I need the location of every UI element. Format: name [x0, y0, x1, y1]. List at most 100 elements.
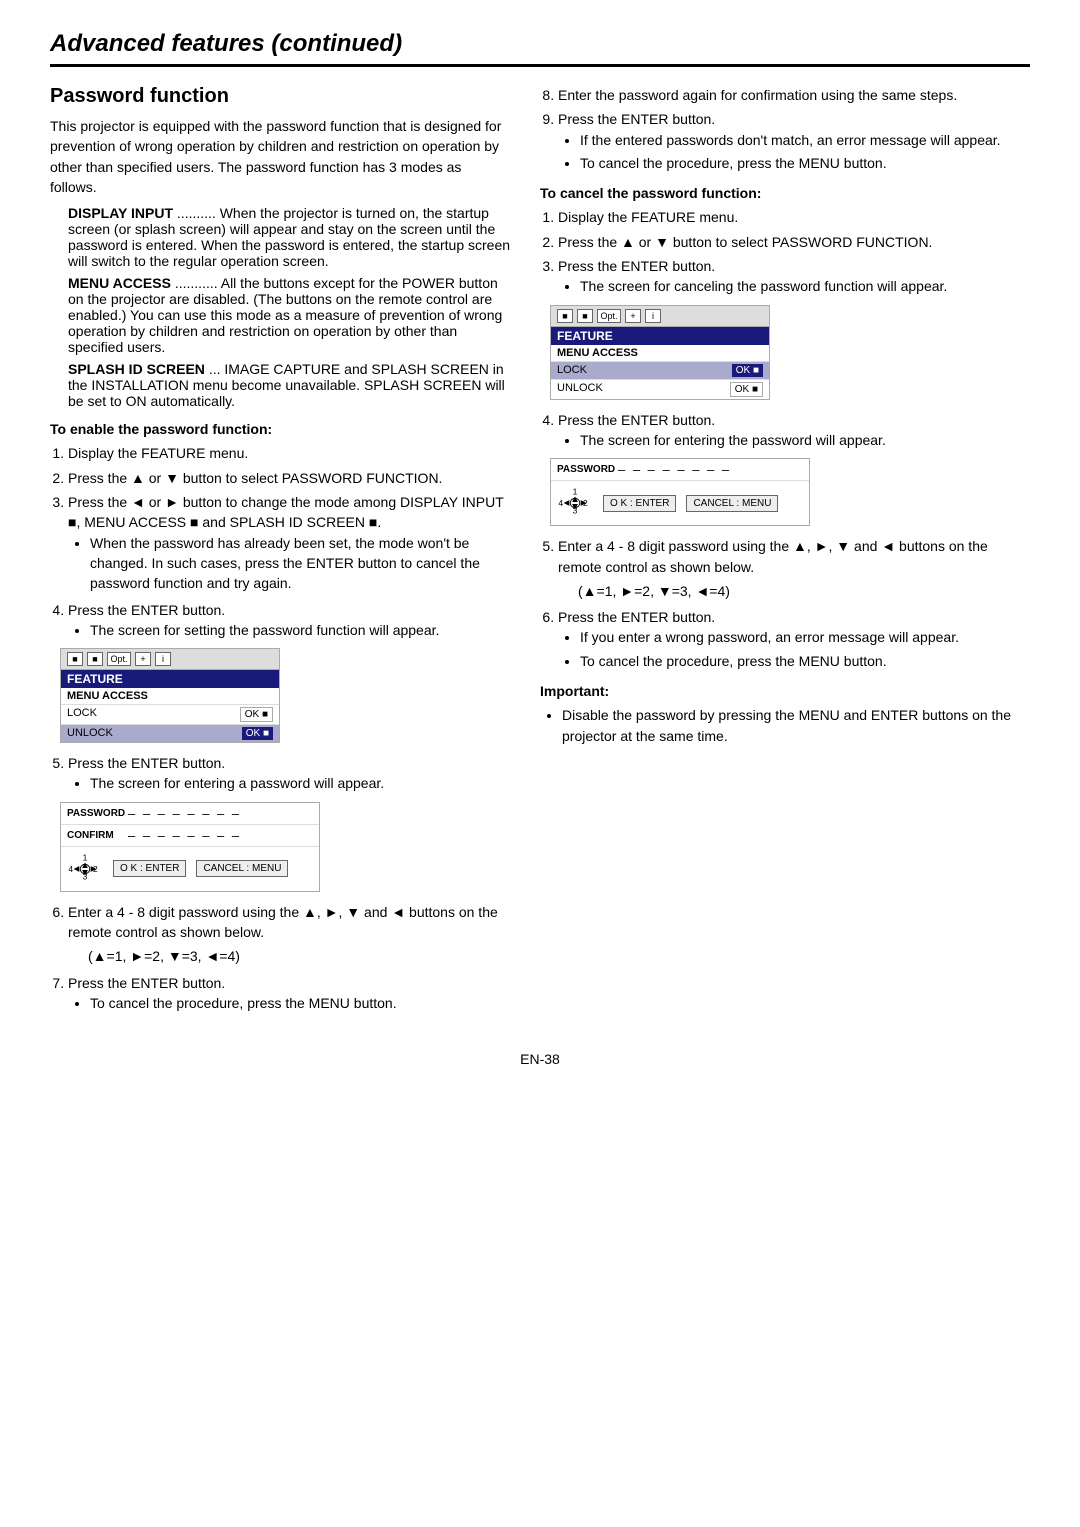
menu-access-row: MENU ACCESS: [61, 688, 279, 704]
page-header: Advanced features (continued): [50, 30, 1030, 67]
cancel-step-4: Press the ENTER button. The screen for e…: [558, 410, 1030, 451]
enable-step-5: Press the ENTER button. The screen for e…: [68, 753, 510, 794]
r-unlock-row: UNLOCK OK ■: [551, 379, 769, 399]
enable-step-4-bullet: The screen for setting the password func…: [90, 620, 510, 640]
opt-icon: Opt.: [107, 652, 131, 666]
pw-dashes: – – – – – – – –: [128, 806, 313, 821]
r-icon-4: i: [645, 309, 661, 323]
left-menu-diagram: ■ ■ Opt. + i FEATURE MENU ACCESS LOCK OK…: [60, 648, 280, 743]
section-title: Password function: [50, 85, 510, 108]
cancel-step-6-bullet-1: If you enter a wrong password, an error …: [580, 627, 1030, 647]
cancel-label: To cancel the password function:: [540, 183, 1030, 203]
cancel-step-3: Press the ENTER button. The screen for c…: [558, 256, 1030, 297]
section-intro: This projector is equipped with the pass…: [50, 116, 510, 197]
important-label: Important:: [540, 681, 1030, 701]
icon-1: ■: [67, 652, 83, 666]
cancel-step-6-bullet-2: To cancel the procedure, press the MENU …: [580, 651, 1030, 671]
r-pw-controls: 1 3 4 2 O K : ENTER CANCEL : MENU: [551, 481, 809, 525]
svg-text:4: 4: [558, 498, 563, 508]
r-ok-btn-lock: OK ■: [732, 364, 763, 377]
svg-text:1: 1: [83, 852, 88, 862]
important-bullet: Disable the password by pressing the MEN…: [562, 705, 1030, 746]
right-step-9-bullet-1: If the entered passwords don't match, an…: [580, 130, 1030, 150]
enable-steps-list-2: Press the ENTER button. The screen for e…: [68, 753, 510, 794]
r-icon-3: +: [625, 309, 641, 323]
confirm-label: CONFIRM: [67, 830, 122, 841]
enable-steps-list-3: Enter a 4 - 8 digit password using the ▲…: [68, 902, 510, 1013]
right-password-diagram: PASSWORD – – – – – – – – 1 3 4 2: [550, 458, 810, 526]
cancel-steps-list-2: Press the ENTER button. The screen for e…: [558, 410, 1030, 451]
icon-4: i: [155, 652, 171, 666]
cancel-menu-btn: CANCEL : MENU: [196, 860, 288, 877]
right-menu-top-bar: ■ ■ Opt. + i: [551, 306, 769, 327]
page-footer: EN-38: [50, 1051, 1030, 1067]
mode-display-input: DISPLAY INPUT .......... When the projec…: [68, 205, 510, 269]
cancel-step-6: Press the ENTER button. If you enter a w…: [558, 607, 1030, 671]
enable-steps-list: Display the FEATURE menu. Press the ▲ or…: [68, 443, 510, 640]
r-pw-label: PASSWORD: [557, 464, 612, 475]
r-opt-icon: Opt.: [597, 309, 621, 323]
mode-splash-id: SPLASH ID SCREEN ... IMAGE CAPTURE and S…: [68, 361, 510, 409]
r-feature-row: FEATURE: [551, 327, 769, 345]
enable-label: To enable the password function:: [50, 419, 510, 439]
svg-text:4: 4: [68, 864, 73, 874]
cancel-step-1: Display the FEATURE menu.: [558, 207, 1030, 227]
cancel-steps-list: Display the FEATURE menu. Press the ▲ or…: [558, 207, 1030, 296]
left-column: Password function This projector is equi…: [50, 85, 510, 1021]
icon-3: +: [135, 652, 151, 666]
r-ok-enter-btn: O K : ENTER: [603, 495, 676, 512]
enable-step-3-bullet: When the password has already been set, …: [90, 533, 510, 594]
formula-right: (▲=1, ►=2, ▼=3, ◄=4): [578, 581, 1030, 601]
icon-2: ■: [87, 652, 103, 666]
page-number: EN-38: [520, 1051, 560, 1067]
cancel-step-4-bullet: The screen for entering the password wil…: [580, 430, 1030, 450]
arrow-diagram: 1 3 4 2: [67, 851, 103, 887]
r-arrow-diagram: 1 3 4 2: [557, 485, 593, 521]
r-pw-row-password: PASSWORD – – – – – – – –: [551, 459, 809, 481]
ok-enter-btn: O K : ENTER: [113, 860, 186, 877]
confirm-dashes: – – – – – – – –: [128, 828, 313, 843]
important-list: Disable the password by pressing the MEN…: [562, 705, 1030, 746]
left-password-diagram: PASSWORD – – – – – – – – CONFIRM – – – –…: [60, 802, 320, 892]
r-icon-1: ■: [557, 309, 573, 323]
pw-row-password: PASSWORD – – – – – – – –: [61, 803, 319, 825]
cancel-step-5: Enter a 4 - 8 digit password using the ▲…: [558, 536, 1030, 601]
mode-2-name: MENU ACCESS: [68, 275, 171, 291]
pw-label: PASSWORD: [67, 808, 122, 819]
r-menu-access-row: MENU ACCESS: [551, 345, 769, 361]
right-step-8: Enter the password again for confirmatio…: [558, 85, 1030, 105]
mode-3-name: SPLASH ID SCREEN: [68, 361, 205, 377]
cancel-step-2: Press the ▲ or ▼ button to select PASSWO…: [558, 232, 1030, 252]
lock-row: LOCK OK ■: [61, 704, 279, 724]
r-pw-dashes: – – – – – – – –: [618, 462, 803, 477]
page-title: Advanced features (continued): [50, 30, 1030, 58]
right-step-9: Press the ENTER button. If the entered p…: [558, 109, 1030, 173]
mode-menu-access: MENU ACCESS ........... All the buttons …: [68, 275, 510, 355]
enable-step-6: Enter a 4 - 8 digit password using the ▲…: [68, 902, 510, 967]
enable-step-7-bullet: To cancel the procedure, press the MENU …: [90, 993, 510, 1013]
r-cancel-menu-btn: CANCEL : MENU: [686, 495, 778, 512]
pw-controls: 1 3 4 2 O K : ENTER CANCEL : MENU: [61, 847, 319, 891]
mode-1-name: DISPLAY INPUT: [68, 205, 173, 221]
unlock-row: UNLOCK OK ■: [61, 724, 279, 742]
right-column: Enter the password again for confirmatio…: [540, 85, 1030, 1021]
enable-step-4: Press the ENTER button. The screen for s…: [68, 600, 510, 641]
right-steps-list: Enter the password again for confirmatio…: [558, 85, 1030, 173]
enable-step-5-bullet: The screen for entering a password will …: [90, 773, 510, 793]
cancel-step-3-bullet: The screen for canceling the password fu…: [580, 276, 1030, 296]
right-step-9-bullet-2: To cancel the procedure, press the MENU …: [580, 153, 1030, 173]
enable-step-1: Display the FEATURE menu.: [68, 443, 510, 463]
cancel-steps-list-3: Enter a 4 - 8 digit password using the ▲…: [558, 536, 1030, 671]
r-ok-btn-unlock: OK ■: [730, 382, 763, 397]
feature-row: FEATURE: [61, 670, 279, 688]
ok-btn-unlock: OK ■: [242, 727, 273, 740]
ok-btn-lock: OK ■: [240, 707, 273, 722]
r-icon-2: ■: [577, 309, 593, 323]
svg-text:1: 1: [573, 487, 578, 497]
r-lock-row: LOCK OK ■: [551, 361, 769, 379]
pw-row-confirm: CONFIRM – – – – – – – –: [61, 825, 319, 847]
menu-top-bar: ■ ■ Opt. + i: [61, 649, 279, 670]
enable-step-7: Press the ENTER button. To cancel the pr…: [68, 973, 510, 1014]
enable-step-2: Press the ▲ or ▼ button to select PASSWO…: [68, 468, 510, 488]
formula-left: (▲=1, ►=2, ▼=3, ◄=4): [88, 946, 510, 966]
